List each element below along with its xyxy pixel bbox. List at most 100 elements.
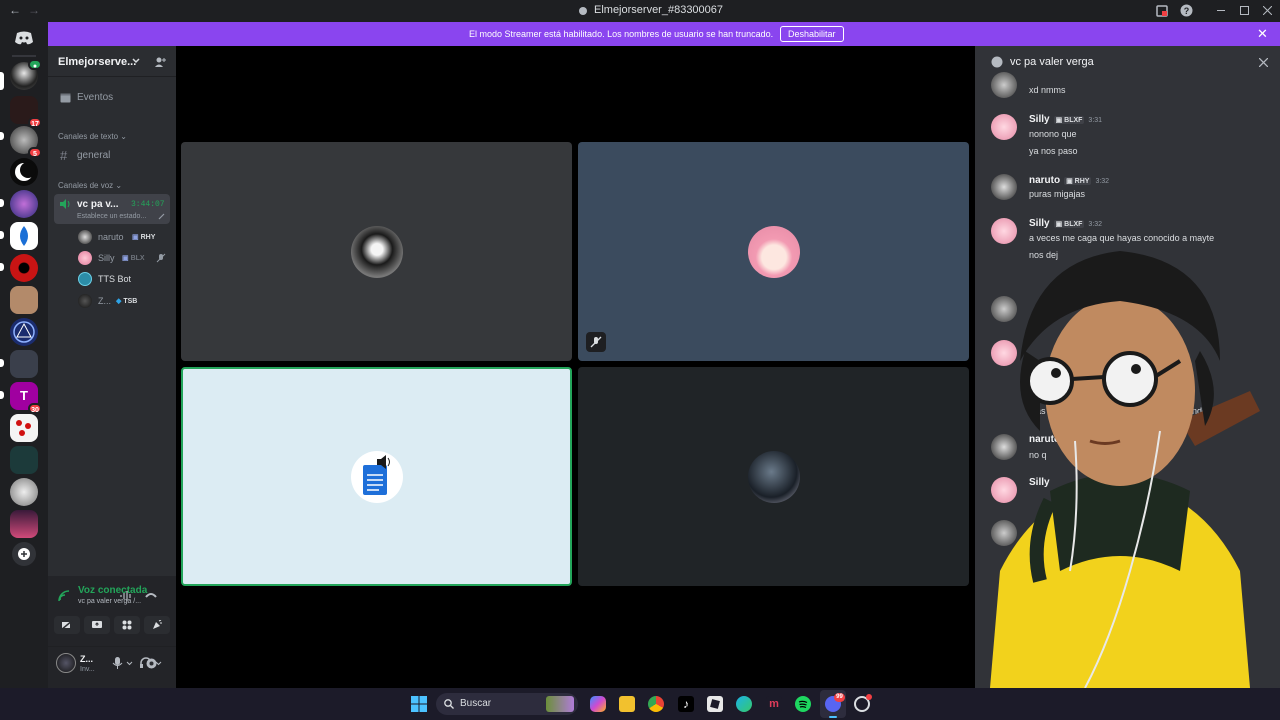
title-bar: ← → Elmejorserver_#83300067 ? xyxy=(0,0,1280,21)
chrome-icon[interactable] xyxy=(648,696,664,712)
avatar xyxy=(78,294,92,308)
chat-title: vc pa valer verga xyxy=(1010,56,1094,68)
spotify-icon[interactable] xyxy=(795,696,811,712)
participant-tile-z[interactable] xyxy=(578,367,969,586)
events-item[interactable]: Eventos xyxy=(54,88,170,108)
avatar[interactable] xyxy=(991,114,1017,140)
voice-member[interactable]: Silly ▣ BLX xyxy=(78,251,168,267)
server-icon xyxy=(579,7,587,15)
camera-off-button[interactable] xyxy=(54,616,80,634)
channel-general[interactable]: # general xyxy=(54,146,170,166)
server-icon[interactable] xyxy=(10,286,38,314)
server-icon-tq[interactable]: T 30 xyxy=(10,382,42,414)
search-highlight-icon xyxy=(546,696,574,712)
message-author[interactable]: Silly ▣ BLXF 3:31 xyxy=(1029,114,1102,125)
minimize-icon[interactable] xyxy=(1217,10,1225,12)
avatar xyxy=(78,272,92,286)
text-category[interactable]: Canales de texto ⌄ xyxy=(58,132,127,141)
server-icon-moon[interactable] xyxy=(10,158,38,186)
tiktok-icon[interactable]: ♪ xyxy=(678,696,694,712)
noise-suppression-icon[interactable] xyxy=(120,591,132,601)
voice-member[interactable]: naruto ▣ RHY xyxy=(78,230,168,246)
disable-button[interactable]: Deshabilitar xyxy=(780,26,844,42)
search-icon xyxy=(444,699,454,709)
copilot-icon[interactable] xyxy=(590,696,606,712)
server-icon[interactable] xyxy=(10,446,38,474)
chat-bubble-icon xyxy=(991,56,1003,68)
user-name[interactable]: Z... xyxy=(80,654,93,664)
camera-off-icon xyxy=(60,619,74,631)
participant-tile-tts-bot[interactable] xyxy=(181,367,572,586)
taskbar-search[interactable]: Buscar xyxy=(436,693,578,715)
server-icon[interactable] xyxy=(10,222,38,250)
activities-icon xyxy=(122,620,132,630)
server-name[interactable]: Elmejorserve... xyxy=(58,56,136,68)
connection-signal-icon[interactable] xyxy=(58,590,70,602)
invite-people-icon[interactable] xyxy=(154,56,166,68)
microphone-icon[interactable] xyxy=(112,657,134,669)
edge-icon[interactable] xyxy=(736,696,752,712)
voice-member[interactable]: TTS Bot xyxy=(78,272,168,288)
voice-channel-active[interactable]: vc pa v... 3:44:07 Establece un estado..… xyxy=(54,194,170,224)
participant-avatar xyxy=(748,226,800,278)
voice-timer: 3:44:07 xyxy=(131,200,165,209)
discord-taskbar-item-active[interactable]: 99 xyxy=(820,690,846,718)
disconnect-icon[interactable] xyxy=(145,591,157,599)
server-icon[interactable] xyxy=(10,190,38,218)
server-icon[interactable] xyxy=(10,318,38,346)
banner-close-icon[interactable]: ✕ xyxy=(1257,26,1268,42)
close-chat-icon[interactable] xyxy=(1259,58,1268,67)
back-arrow-icon[interactable]: ← xyxy=(9,3,21,17)
voice-category[interactable]: Canales de voz ⌄ xyxy=(58,181,122,190)
discord-badge: 99 xyxy=(834,693,845,702)
message-author[interactable]: naruto ▣ RHY 3:32 xyxy=(1029,175,1109,186)
discord-home-icon[interactable] xyxy=(14,30,34,46)
pencil-icon[interactable] xyxy=(158,213,165,220)
avatar[interactable] xyxy=(991,72,1017,98)
participant-avatar xyxy=(748,451,800,503)
server-icon[interactable] xyxy=(10,414,38,442)
message-text: ya nos paso xyxy=(1029,146,1078,156)
windows-start-icon[interactable] xyxy=(411,696,427,712)
add-server-button[interactable] xyxy=(12,542,36,566)
user-status: Inv... xyxy=(80,666,95,673)
screen-share-icon xyxy=(92,621,102,628)
server-icon[interactable] xyxy=(10,510,38,538)
forward-arrow-icon[interactable]: → xyxy=(28,3,40,17)
participant-tile-naruto[interactable] xyxy=(181,142,572,361)
server-icon-killers[interactable]: 17 xyxy=(10,96,42,128)
message-author[interactable]: Silly ▣ BLXF 3:32 xyxy=(1029,218,1102,229)
calendar-icon xyxy=(60,93,71,103)
settings-gear-icon[interactable] xyxy=(145,657,158,670)
participant-tile-silly[interactable] xyxy=(578,142,969,361)
server-icon[interactable] xyxy=(10,478,38,506)
roblox-icon[interactable] xyxy=(707,696,723,712)
server-icon[interactable] xyxy=(10,350,38,378)
soundboard-button[interactable] xyxy=(144,616,170,634)
streamer-mode-banner: El modo Streamer está habilitado. Los no… xyxy=(48,22,1280,46)
voice-member[interactable]: Z... ◆ TSB xyxy=(78,294,168,310)
app-m-icon[interactable]: m xyxy=(766,696,782,712)
hashtag-icon: # xyxy=(60,148,68,163)
window-title: Elmejorserver_#83300067 xyxy=(594,4,724,16)
maximize-icon[interactable] xyxy=(1240,6,1249,15)
server-icon-active[interactable]: ● xyxy=(10,59,42,90)
close-window-icon[interactable] xyxy=(1263,6,1272,15)
voice-status-text[interactable]: Establece un estado... xyxy=(77,213,146,220)
user-avatar[interactable] xyxy=(56,653,76,673)
server-icon[interactable]: 5 xyxy=(10,126,42,158)
muted-mic-icon xyxy=(590,336,602,348)
avatar[interactable] xyxy=(991,174,1017,200)
help-icon[interactable]: ? xyxy=(1180,4,1193,17)
server-icon-sharingan[interactable] xyxy=(10,254,38,282)
role-tag: ▣ BLX xyxy=(122,255,145,262)
inbox-icon[interactable] xyxy=(1156,5,1168,17)
banner-message: El modo Streamer está habilitado. Los no… xyxy=(469,29,774,39)
file-explorer-icon[interactable] xyxy=(619,696,635,712)
chevron-down-icon[interactable] xyxy=(132,58,140,64)
screen-share-button[interactable] xyxy=(84,616,110,634)
channel-sidebar: Elmejorserve... Eventos Canales de texto… xyxy=(48,46,176,688)
activities-button[interactable] xyxy=(114,616,140,634)
message-text: puras migajas xyxy=(1029,189,1086,199)
app-icon[interactable] xyxy=(854,694,872,712)
